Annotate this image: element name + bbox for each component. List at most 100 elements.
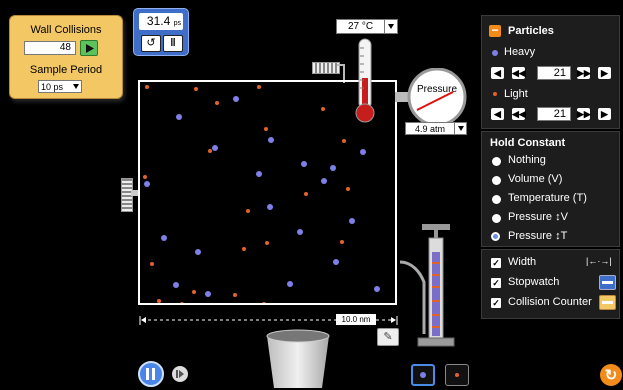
light-particles	[143, 85, 350, 303]
heavy-particle	[297, 229, 303, 235]
wall-collisions-panel: Wall Collisions 48 Sample Period 10 ps	[9, 15, 123, 99]
heavy-particle	[205, 291, 211, 297]
heavy-particle	[212, 145, 218, 151]
light-particle	[192, 290, 196, 294]
stopwatch-reset-button[interactable]: ↺	[141, 35, 161, 52]
heavy-particle	[330, 165, 336, 171]
collision-counter-play-button[interactable]	[80, 40, 98, 56]
heavy-particle	[333, 259, 339, 265]
width-label: Width	[508, 256, 537, 268]
light-particle	[208, 149, 212, 153]
heavy-decrement-many-button[interactable]: ◀◀	[512, 67, 526, 79]
width-ruler-label: 10.0 nm	[336, 314, 376, 325]
width-checkbox[interactable]: ✓	[491, 258, 501, 268]
heavy-label: Heavy	[504, 46, 536, 58]
pump-light-select-button[interactable]	[445, 364, 469, 386]
heavy-particle	[256, 171, 262, 177]
pressure-value: 4.9 atm	[414, 123, 445, 134]
pump-heavy-select-button[interactable]	[411, 364, 435, 386]
pump-handle	[422, 224, 450, 230]
temperature-select[interactable]: 27 °C	[336, 19, 398, 34]
particles-panel: − Particles Heavy ◀ ◀◀ 21 ▶▶ ▶ Light ◀ ◀…	[481, 15, 620, 129]
hold-constant-title: Hold Constant	[490, 137, 566, 149]
heavy-particle	[161, 235, 167, 241]
bicycle-pump[interactable]	[396, 222, 468, 358]
pause-button[interactable]	[138, 361, 164, 387]
hold-nothing-label[interactable]: Nothing	[508, 154, 546, 166]
sample-period-value: 10 ps	[41, 81, 64, 92]
hold-pressure-v-label[interactable]: Pressure ↕V	[508, 211, 568, 223]
light-particle	[157, 299, 161, 303]
heavy-particle	[233, 96, 239, 102]
light-particle	[246, 209, 250, 213]
tools-panel: ✓ Width |←·→| ✓ Stopwatch ✓ Collision Co…	[481, 249, 620, 319]
heavy-increment-many-button[interactable]: ▶▶	[577, 67, 591, 79]
collision-counter-checkbox[interactable]: ✓	[491, 298, 501, 308]
pressure-gauge-icon	[395, 68, 467, 126]
sample-period-select[interactable]: 10 ps	[38, 80, 82, 93]
light-decrement-many-button[interactable]: ◀◀	[512, 108, 526, 120]
light-particle	[150, 262, 154, 266]
stopwatch-time: 31.4	[146, 14, 171, 28]
pressure-units-select[interactable]: 4.9 atm	[405, 122, 467, 135]
stopwatch-display: 31.4 ps	[139, 13, 183, 30]
chevron-down-icon	[73, 84, 79, 89]
particle-bucket[interactable]	[264, 328, 332, 388]
light-particle	[242, 247, 246, 251]
pressure-gauge-label: Pressure	[416, 84, 457, 95]
hold-pressure-t-radio[interactable]	[491, 232, 500, 241]
stopwatch-icon	[599, 275, 616, 290]
light-particle	[257, 85, 261, 89]
reset-icon: ↺	[146, 37, 156, 49]
temperature-value: 27 °C	[347, 21, 374, 32]
light-particle	[145, 85, 149, 89]
hold-nothing-radio[interactable]	[492, 157, 501, 166]
sample-period-label: Sample Period	[29, 64, 103, 76]
step-forward-button[interactable]	[172, 366, 188, 382]
heavy-particle	[268, 137, 274, 143]
step-forward-icon	[176, 370, 184, 378]
hold-constant-panel: Hold Constant Nothing Volume (V) Tempera…	[481, 131, 620, 247]
hold-temperature-radio[interactable]	[492, 195, 501, 204]
light-count-input[interactable]: 21	[537, 107, 571, 121]
stopwatch-checkbox[interactable]: ✓	[491, 278, 501, 288]
heavy-increment-one-button[interactable]: ▶	[598, 67, 611, 79]
heavy-particle	[301, 161, 307, 167]
hold-volume-radio[interactable]	[492, 176, 501, 185]
heavy-particle	[360, 149, 366, 155]
light-particle	[180, 302, 184, 303]
hold-pressure-v-radio[interactable]	[492, 214, 501, 223]
stopwatch-pause-button[interactable]: ‖	[163, 35, 183, 52]
hold-pressure-t-label[interactable]: Pressure ↕T	[508, 230, 567, 242]
stopwatch-unit: ps	[173, 20, 181, 27]
stopwatch[interactable]: 31.4 ps ↺ ‖	[133, 8, 189, 56]
light-particle	[321, 107, 325, 111]
heavy-count-input[interactable]: 21	[537, 66, 571, 80]
reset-all-button[interactable]: ↻	[600, 364, 622, 386]
light-particle	[194, 87, 198, 91]
hold-volume-label[interactable]: Volume (V)	[508, 173, 562, 185]
light-increment-one-button[interactable]: ▶	[598, 108, 611, 120]
light-particle	[143, 175, 147, 179]
light-particle	[215, 101, 219, 105]
heavy-particle	[287, 281, 293, 287]
light-particle	[304, 192, 308, 196]
heavy-particle	[374, 286, 380, 292]
hold-temperature-label[interactable]: Temperature (T)	[508, 192, 587, 204]
heavy-decrement-one-button[interactable]: ◀	[491, 67, 504, 79]
lid-handle[interactable]	[312, 62, 340, 74]
heavy-particle	[144, 181, 150, 187]
heavy-particle-icon	[492, 50, 498, 56]
light-particle	[262, 302, 266, 303]
chevron-down-icon	[384, 20, 397, 33]
light-particle-icon	[493, 92, 497, 96]
eraser-icon: ✎	[383, 331, 393, 343]
light-particle-icon	[455, 373, 459, 377]
light-increment-many-button[interactable]: ▶▶	[577, 108, 591, 120]
light-particle	[340, 240, 344, 244]
heavy-particle	[176, 114, 182, 120]
collapse-particles-button[interactable]: −	[489, 24, 501, 37]
light-particle	[233, 293, 237, 297]
pause-icon	[146, 368, 155, 380]
light-decrement-one-button[interactable]: ◀	[491, 108, 504, 120]
